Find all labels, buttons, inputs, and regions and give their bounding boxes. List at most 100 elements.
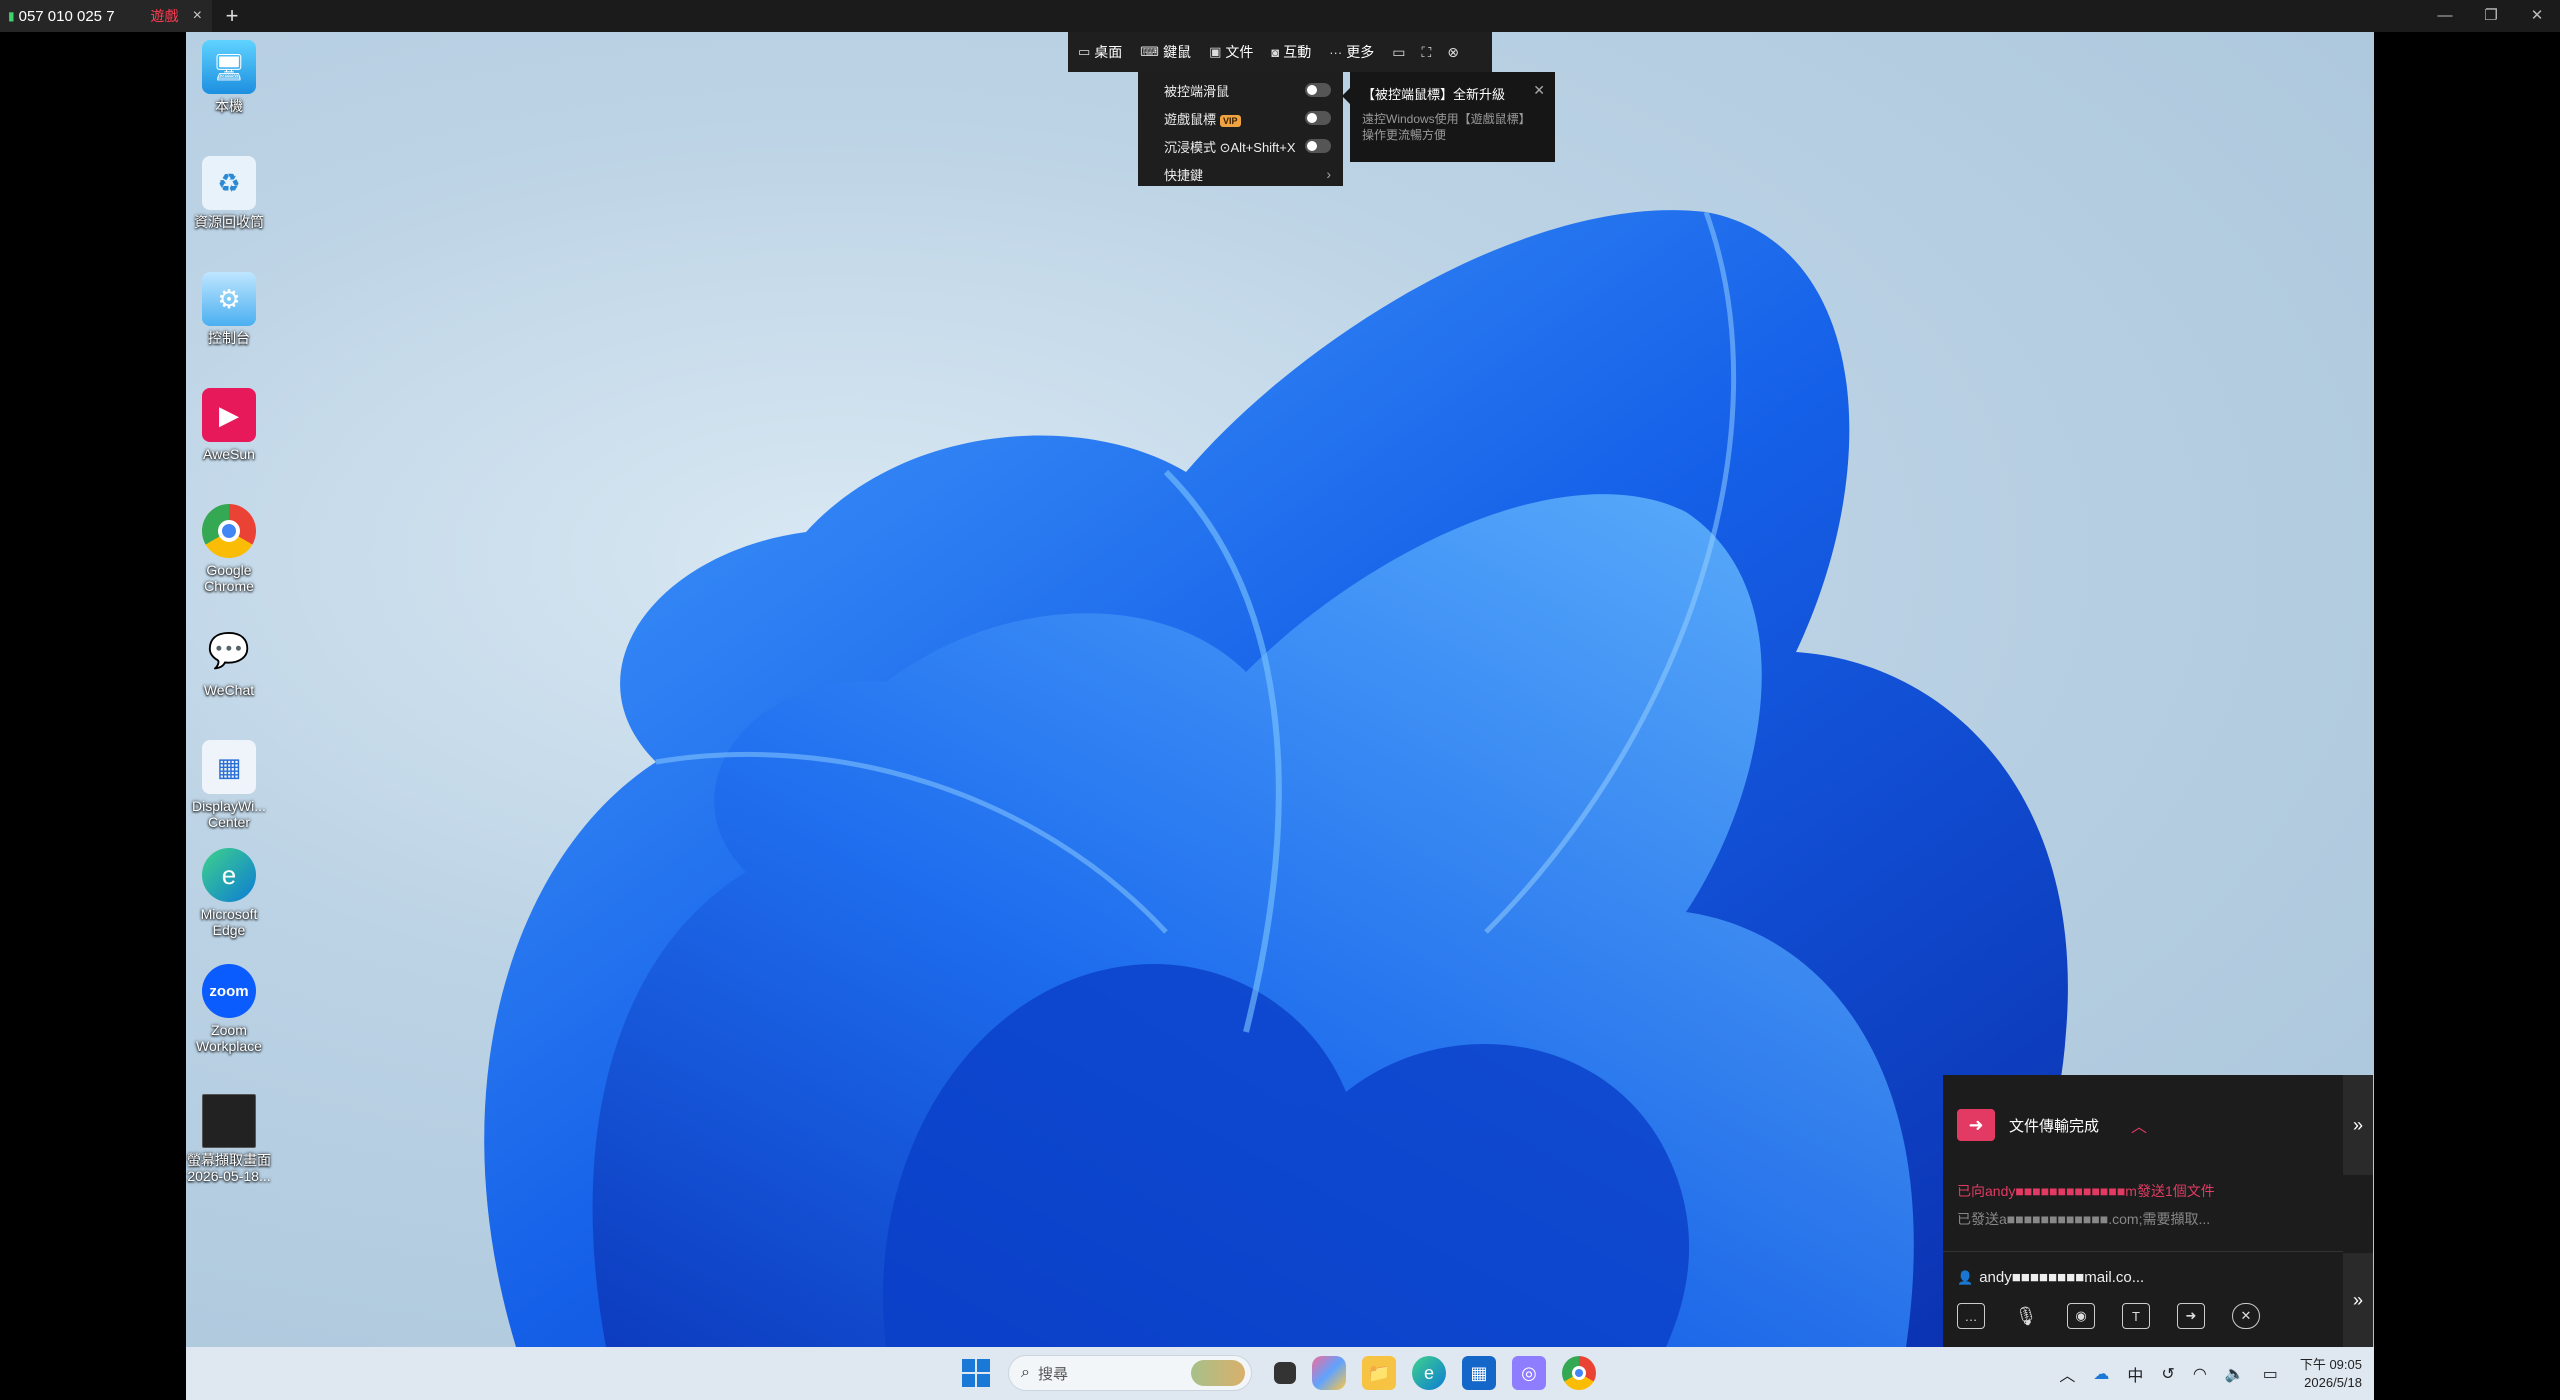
menu-item-controlled-mouse[interactable]: 被控端滑鼠	[1138, 76, 1343, 104]
taskbar-center: ⌕ 搜尋 📁 e ▦ ◎	[962, 1355, 1596, 1391]
chevron-right-icon: ›	[1326, 166, 1331, 182]
tooltip-line-2: 操作更流暢方便	[1362, 128, 1447, 142]
window-controls: — ❐ ✕	[2422, 0, 2560, 32]
new-tab-button[interactable]: +	[212, 3, 252, 29]
chevron-up-icon[interactable]: ︿	[2131, 1113, 2147, 1137]
desktop-icon-screenshot[interactable]: 螢幕擷取畫面 2026-05-18...	[186, 1094, 272, 1184]
divider	[1943, 1251, 2343, 1252]
window-titlebar: ▮ 057 010 025 7 遊戲 × + — ❐ ✕	[0, 0, 2560, 32]
display-center-icon: ▦	[202, 740, 256, 794]
tooltip-line-1: 遠控Windows使用【遊戲鼠標】	[1362, 112, 1531, 126]
session-tag: 遊戲	[150, 8, 179, 24]
screenshot-icon[interactable]: ▭	[1392, 44, 1405, 61]
folder-icon: ▣	[1209, 44, 1222, 59]
store-icon[interactable]: ▦	[1462, 1356, 1496, 1390]
control-panel-icon: ⚙	[202, 272, 256, 326]
desktop-icon-wechat[interactable]: 💬 WeChat	[186, 624, 272, 698]
restore-button[interactable]: ❐	[2468, 0, 2514, 32]
menu-item-shortcuts[interactable]: 快捷鍵 ›	[1138, 160, 1343, 188]
panel-tools: … 🎙 ◉ T ➜ ✕	[1957, 1303, 2287, 1329]
toolbar-keyboard-mouse[interactable]: ⌨ 鍵鼠	[1140, 42, 1191, 62]
text-icon[interactable]: T	[2122, 1303, 2150, 1329]
disconnect-icon[interactable]: ⊗	[1447, 44, 1459, 61]
awesun-icon: ▶	[202, 388, 256, 442]
clock[interactable]: 下午 09:05 2026/5/18	[2300, 1356, 2362, 1392]
mouse-menu: 被控端滑鼠 遊戲鼠標 VIP 沉浸模式 ⊙Alt+Shift+X 快捷鍵 ›	[1138, 72, 1343, 186]
expand-panel-button[interactable]: »	[2343, 1075, 2373, 1175]
keyboard-icon: ⌨	[1140, 44, 1160, 59]
folder-transfer-icon: ➜	[1957, 1109, 1995, 1141]
start-icon[interactable]	[962, 1359, 990, 1387]
file-transfer-panel: ➜ 文件傳輸完成 ︿ » 已向andy■■■■■■■■■■■■■m發送1個文件 …	[1943, 1075, 2373, 1347]
session-id: 057 010 025 7	[18, 7, 115, 25]
chevron-up-icon[interactable]: ︿	[2059, 1362, 2075, 1386]
system-tray: ︿ ☁ 中 ↺ ◠ 🔈 ▭ 下午 09:05 2026/5/18	[2041, 1347, 2374, 1400]
remote-user: 👤 andy■■■■■■■■mail.co...	[1957, 1269, 2145, 1286]
close-window-button[interactable]: ✕	[2514, 0, 2560, 32]
video-call-icon[interactable]: ◉	[2067, 1303, 2095, 1329]
recycle-bin-icon: ♻	[202, 156, 256, 210]
user-icon: 👤	[1957, 1269, 1974, 1285]
camera-icon: ◙	[1271, 44, 1280, 60]
toolbar-desktop[interactable]: ▭ 桌面	[1078, 42, 1122, 62]
menu-item-game-mouse[interactable]: 遊戲鼠標 VIP	[1138, 104, 1343, 132]
taskbar: ⌕ 搜尋 📁 e ▦ ◎ ︿ ☁ 中 ↺ ◠ 🔈 ▭ 下午 09:05 2026…	[186, 1347, 2374, 1400]
immersive-mode-toggle[interactable]	[1305, 139, 1331, 153]
chrome-icon	[202, 504, 256, 558]
monitor-icon: ▭	[1078, 44, 1091, 59]
minimize-button[interactable]: —	[2422, 0, 2468, 32]
controlled-mouse-toggle[interactable]	[1305, 83, 1331, 97]
more-icon: ···	[1329, 44, 1343, 60]
file-transfer-header: ➜ 文件傳輸完成 ︿	[1943, 1075, 2343, 1175]
desktop-icon-recycle-bin[interactable]: ♻ 資源回收筒	[186, 156, 272, 230]
zoom-icon: zoom	[202, 964, 256, 1018]
battery-icon[interactable]: ▭	[2263, 1364, 2278, 1384]
edge-icon: e	[202, 848, 256, 902]
wechat-icon: 💬	[207, 632, 251, 670]
toolbar-more[interactable]: ··· 更多	[1329, 42, 1374, 62]
microphone-icon[interactable]: 🎙	[2012, 1303, 2040, 1329]
close-tab-icon[interactable]: ×	[193, 7, 202, 25]
wifi-icon[interactable]: ◠	[2193, 1364, 2207, 1384]
input-mode-icon[interactable]: ↺	[2161, 1364, 2174, 1384]
copilot-icon[interactable]	[1312, 1356, 1346, 1390]
desktop-icon-awesun[interactable]: ▶ AweSun	[186, 388, 272, 462]
search-icon: ⌕	[1021, 1364, 1030, 1381]
game-mouse-toggle[interactable]	[1305, 111, 1331, 125]
expand-tools-button[interactable]: »	[2343, 1253, 2373, 1347]
desktop-icon-chrome[interactable]: Google Chrome	[186, 504, 272, 594]
remote-toolbar: ▭ 桌面 ⌨ 鍵鼠 ▣ 文件 ◙ 互動 ··· 更多 ▭ ⛶ ⊗	[1068, 32, 1492, 72]
fullscreen-icon[interactable]: ⛶	[1421, 44, 1431, 61]
task-view-icon[interactable]	[1274, 1362, 1296, 1384]
clock-time: 下午 09:05	[2299, 1356, 2362, 1372]
search-highlight-image	[1191, 1360, 1245, 1386]
send-file-icon[interactable]: ➜	[2177, 1303, 2205, 1329]
upgrade-tooltip: 【被控端鼠標】全新升級 遠控Windows使用【遊戲鼠標】 操作更流暢方便 ✕	[1342, 72, 1555, 162]
transfer-status: 已發送a■■■■■■■■■■■■.com;需要擷取...	[1957, 1211, 2211, 1227]
ime-indicator[interactable]: 中	[2127, 1362, 2143, 1386]
taskbar-search[interactable]: ⌕ 搜尋	[1008, 1355, 1252, 1391]
desktop-icon-displaywidget[interactable]: ▦ DisplayWi... Center	[186, 740, 272, 830]
desktop-icon-zoom[interactable]: zoom Zoom Workplace	[186, 964, 272, 1054]
toolbar-file[interactable]: ▣ 文件	[1209, 42, 1253, 62]
session-tab[interactable]: ▮ 057 010 025 7 遊戲 ×	[0, 0, 212, 32]
transfer-message: 已向andy■■■■■■■■■■■■■m發送1個文件	[1957, 1183, 2215, 1199]
desktop-icon-edge[interactable]: e Microsoft Edge	[186, 848, 272, 938]
clock-date: 2026/5/18	[2304, 1374, 2362, 1390]
end-session-icon[interactable]: ✕	[2232, 1303, 2260, 1329]
edge-icon[interactable]: e	[1412, 1356, 1446, 1390]
close-icon[interactable]: ✕	[1533, 82, 1545, 99]
desktop-icon-this-pc[interactable]: 🖥 本機	[186, 40, 272, 114]
file-explorer-icon[interactable]: 📁	[1362, 1356, 1396, 1390]
onedrive-icon[interactable]: ☁	[2093, 1364, 2109, 1384]
image-file-icon	[202, 1094, 256, 1148]
volume-icon[interactable]: 🔈	[2225, 1364, 2245, 1384]
monitor-icon: 🖥	[202, 40, 256, 94]
signal-icon: ▮	[8, 9, 15, 23]
desktop-icon-control-panel[interactable]: ⚙ 控制台	[186, 272, 272, 346]
menu-item-immersive-mode[interactable]: 沉浸模式 ⊙Alt+Shift+X	[1138, 132, 1343, 160]
chat-icon[interactable]: …	[1957, 1303, 1985, 1329]
toolbar-interact[interactable]: ◙ 互動	[1271, 42, 1311, 62]
app-icon[interactable]: ◎	[1512, 1356, 1546, 1390]
chrome-icon[interactable]	[1562, 1356, 1596, 1390]
